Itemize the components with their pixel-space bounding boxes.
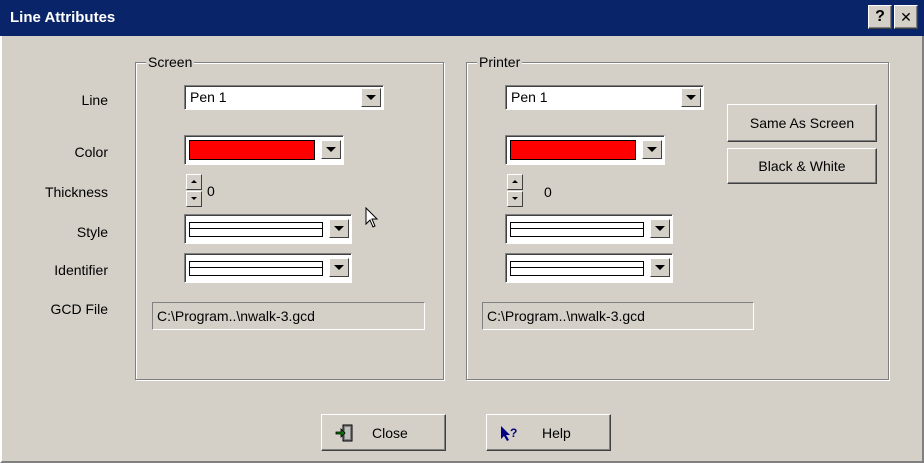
chevron-down-icon[interactable] bbox=[642, 140, 662, 159]
help-button[interactable]: ? Help bbox=[486, 414, 611, 451]
printer-group-label: Printer bbox=[477, 54, 523, 70]
line-label: Line bbox=[81, 92, 108, 108]
chevron-down-icon[interactable] bbox=[329, 219, 349, 238]
whats-this-help-icon: ? bbox=[501, 426, 517, 441]
screen-color-swatch bbox=[189, 140, 315, 160]
printer-identifier-sample bbox=[510, 261, 644, 276]
printer-thickness-spinner[interactable] bbox=[507, 174, 523, 208]
printer-style-sample bbox=[510, 222, 644, 237]
black-white-button[interactable]: Black & White bbox=[727, 148, 877, 184]
spin-down-icon[interactable] bbox=[507, 191, 523, 207]
screen-style-select[interactable] bbox=[184, 214, 352, 244]
title-help-button[interactable]: ? bbox=[868, 5, 892, 29]
spin-down-icon[interactable] bbox=[186, 191, 202, 207]
color-label: Color bbox=[74, 144, 108, 160]
close-label: Close bbox=[372, 425, 408, 441]
screen-thickness-value: 0 bbox=[207, 183, 215, 199]
close-icon: ✕ bbox=[900, 8, 912, 25]
svg-text:?: ? bbox=[510, 426, 517, 440]
screen-identifier-sample bbox=[189, 261, 323, 276]
screen-line-select[interactable]: Pen 1 bbox=[184, 85, 384, 110]
screen-group-label: Screen bbox=[146, 54, 195, 70]
help-label: Help bbox=[542, 425, 571, 441]
title-bar: Line Attributes ? ✕ bbox=[0, 0, 924, 36]
printer-line-select[interactable]: Pen 1 bbox=[505, 85, 704, 110]
chevron-down-icon[interactable] bbox=[361, 88, 381, 107]
screen-color-select[interactable] bbox=[184, 135, 344, 165]
printer-thickness-value: 0 bbox=[544, 184, 552, 200]
black-white-label: Black & White bbox=[758, 158, 846, 174]
identifier-label: Identifier bbox=[54, 262, 108, 278]
screen-identifier-select[interactable] bbox=[184, 253, 352, 283]
screen-line-value: Pen 1 bbox=[190, 89, 227, 105]
spin-up-icon[interactable] bbox=[507, 174, 523, 190]
printer-line-value: Pen 1 bbox=[511, 89, 548, 105]
chevron-down-icon[interactable] bbox=[650, 258, 670, 277]
window-title: Line Attributes bbox=[10, 9, 116, 26]
printer-identifier-select[interactable] bbox=[505, 253, 673, 283]
thickness-label: Thickness bbox=[44, 184, 108, 200]
same-as-screen-button[interactable]: Same As Screen bbox=[727, 104, 877, 142]
style-label: Style bbox=[76, 224, 108, 240]
chevron-down-icon[interactable] bbox=[681, 88, 701, 107]
mouse-pointer-icon bbox=[365, 207, 379, 228]
printer-gcd-file-field: C:\Program..\nwalk-3.gcd bbox=[482, 302, 754, 330]
close-button[interactable]: Close bbox=[321, 414, 446, 451]
printer-color-swatch bbox=[510, 140, 636, 160]
exit-door-icon bbox=[335, 424, 353, 442]
question-icon: ? bbox=[875, 8, 885, 25]
spin-up-icon[interactable] bbox=[186, 174, 202, 190]
chevron-down-icon[interactable] bbox=[650, 219, 670, 238]
screen-style-sample bbox=[189, 222, 323, 237]
chevron-down-icon[interactable] bbox=[329, 258, 349, 277]
same-as-screen-label: Same As Screen bbox=[749, 115, 855, 131]
title-close-button[interactable]: ✕ bbox=[894, 5, 918, 29]
printer-style-select[interactable] bbox=[505, 214, 673, 244]
gcd-file-label: GCD File bbox=[50, 301, 108, 317]
screen-thickness-spinner[interactable] bbox=[186, 174, 202, 208]
printer-color-select[interactable] bbox=[505, 135, 665, 165]
chevron-down-icon[interactable] bbox=[321, 140, 341, 159]
screen-gcd-file-field: C:\Program..\nwalk-3.gcd bbox=[152, 302, 425, 330]
